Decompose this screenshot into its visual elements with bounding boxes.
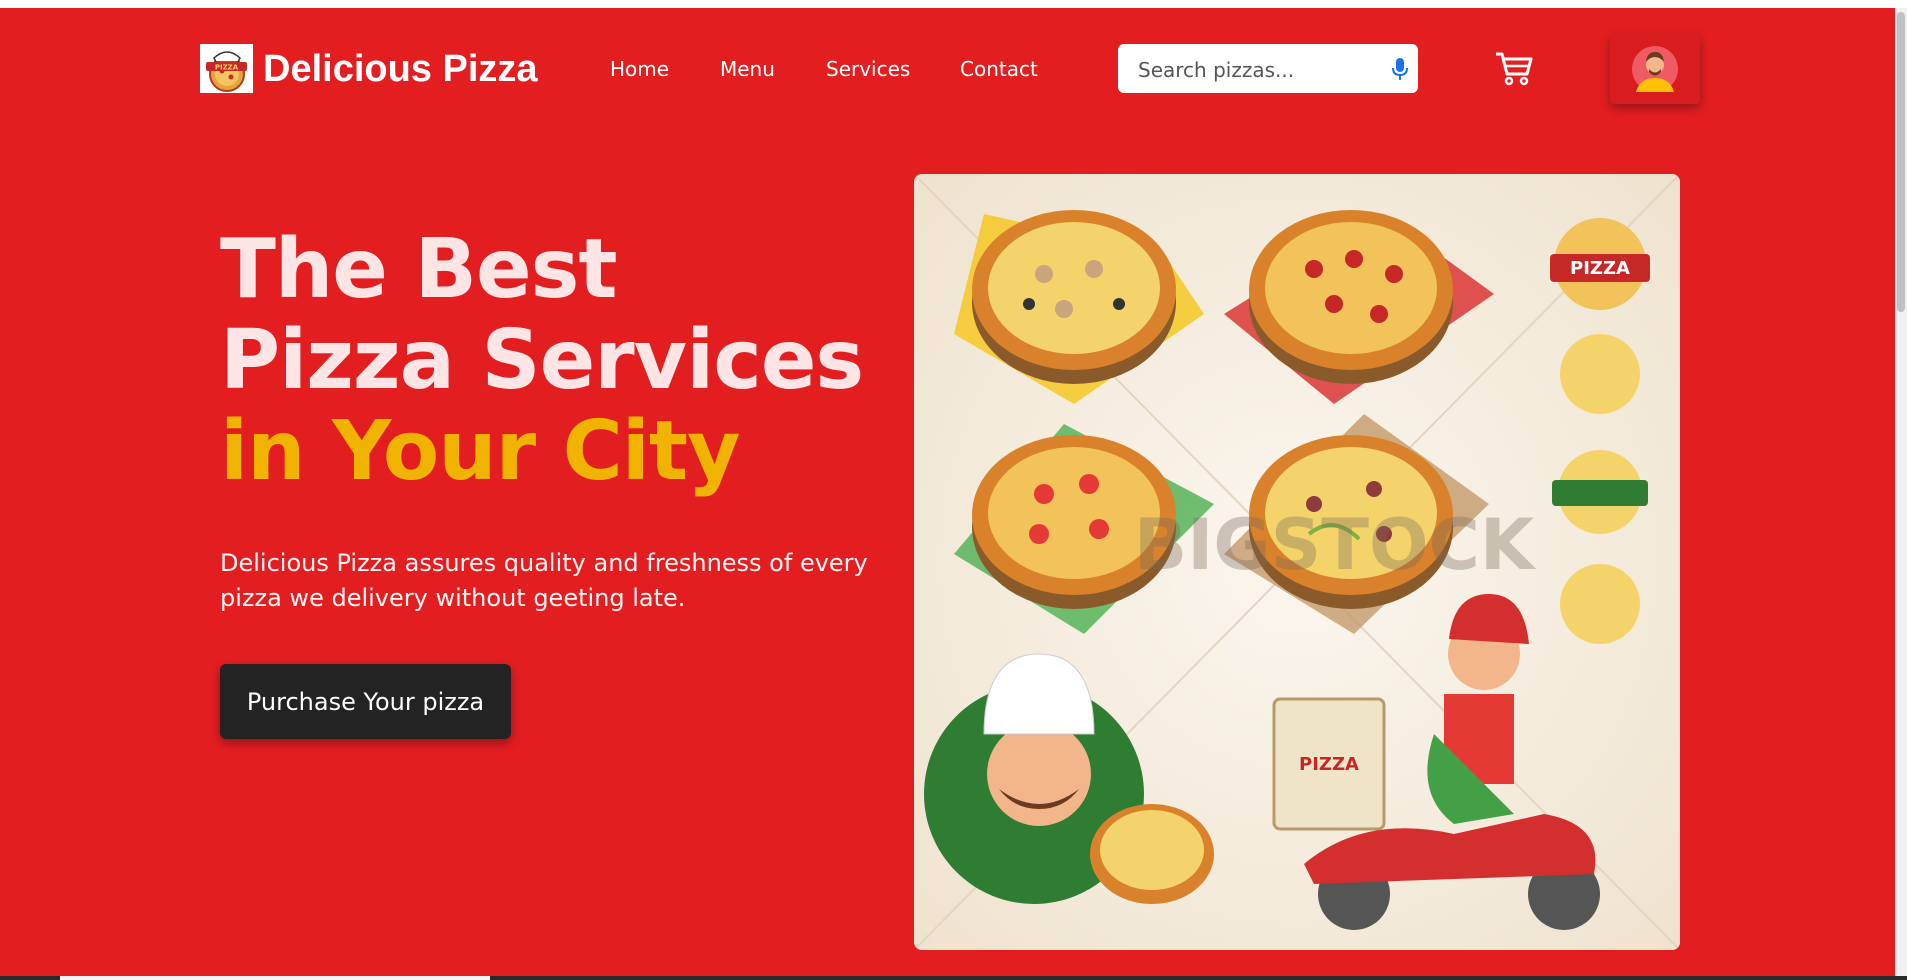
nav-services[interactable]: Services [826,56,910,82]
box-text: PIZZA [1299,754,1359,775]
badge-text: PIZZA [1570,258,1630,279]
hero-description: Delicious Pizza assures quality and fres… [220,549,868,612]
avatar-icon [1632,46,1678,92]
headline-line-2: Pizza Services [220,313,864,408]
user-avatar-button[interactable] [1610,34,1700,104]
brand-name[interactable]: Delicious Pizza [263,46,538,92]
bottom-strip-segment [60,976,490,980]
bottom-strip [0,976,1907,980]
scrollbar-thumb[interactable] [1897,12,1905,312]
nav-home[interactable]: Home [610,56,669,82]
hero-illustration: BIGSTOCK PIZZA PIZZA [914,174,1680,950]
search-input[interactable] [1136,44,1380,95]
nav-contact[interactable]: Contact [960,56,1038,82]
search-box[interactable] [1118,44,1418,95]
headline-line-1: The Best [220,222,618,317]
headline-line-3: in Your City [220,404,741,499]
pizza-logo-icon[interactable]: PIZZA [200,44,253,93]
microphone-icon[interactable] [1390,56,1410,82]
page-scrollbar[interactable] [1895,8,1907,976]
watermark-text: BIGSTOCK [1134,504,1537,586]
cart-icon[interactable] [1494,50,1534,88]
logo-text: PIZZA [215,64,239,72]
hero-headline: The Best Pizza Services in Your City [220,222,864,499]
nav-menu[interactable]: Menu [720,56,775,82]
purchase-pizza-button[interactable]: Purchase Your pizza [220,664,511,739]
